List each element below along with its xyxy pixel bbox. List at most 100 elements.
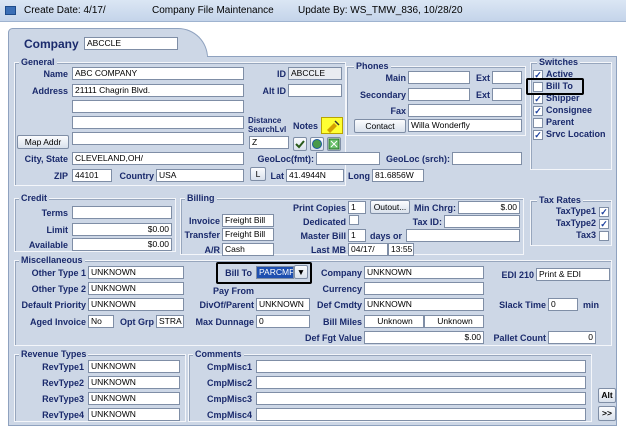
ar-field[interactable]: Cash [222, 243, 274, 256]
map-addr-button[interactable]: Map Addr [17, 135, 69, 149]
name-label: Name [43, 69, 68, 79]
searchlvl-field[interactable]: Z [249, 136, 289, 149]
contact-button[interactable]: Contact [354, 119, 406, 133]
other2-label: Other Type 2 [31, 284, 86, 294]
currency-field[interactable] [364, 282, 484, 295]
taxrate-checkbox-0[interactable]: ✓ [599, 207, 609, 217]
switch-checkbox-3[interactable]: ✓ [533, 106, 543, 116]
other1-field[interactable]: UNKNOWN [88, 266, 184, 279]
revtype-field-1[interactable]: UNKNOWN [88, 376, 180, 389]
billmiles-field2[interactable]: Unknown [424, 315, 484, 328]
other1-label: Other Type 1 [31, 268, 86, 278]
invoice-label: Invoice [188, 216, 220, 226]
lat-field[interactable]: 41.4944N [286, 169, 344, 182]
zip-field[interactable]: 44101 [72, 169, 112, 182]
app-icon [5, 6, 16, 15]
ext1-field[interactable] [492, 71, 522, 84]
globe-icon[interactable] [310, 137, 324, 151]
next-button[interactable]: >> [598, 406, 616, 421]
address-line1[interactable]: 21111 Chagrin Blvd. [72, 84, 244, 97]
cmpmisc-field-1[interactable] [256, 376, 586, 389]
deffgt-field[interactable]: $.00 [364, 331, 484, 344]
divof-field[interactable]: UNKNOWN [256, 298, 310, 311]
daysor-field[interactable] [406, 229, 520, 242]
transfer-field[interactable]: Freight Bill [222, 228, 274, 241]
secondary-phone-field[interactable] [408, 88, 470, 101]
contact-field[interactable]: Willa Wonderfly [408, 119, 522, 132]
terms-field[interactable] [72, 206, 172, 219]
distance-label: Distance [248, 116, 282, 125]
cmpmisc-field-2[interactable] [256, 392, 586, 405]
country-field[interactable]: USA [156, 169, 244, 182]
revenue-title: Revenue Types [19, 349, 89, 359]
check-icon[interactable] [293, 137, 307, 151]
minchrg-field[interactable]: $.00 [458, 201, 520, 214]
switch-checkbox-4[interactable] [533, 118, 543, 128]
edi-field[interactable]: Print & EDI [536, 268, 610, 281]
revtype-field-3[interactable]: UNKNOWN [88, 408, 180, 421]
geolocsrch-label: GeoLoc (srch): [385, 154, 450, 164]
cmpmisc-field-0[interactable] [256, 360, 586, 373]
pallet-field[interactable]: 0 [548, 331, 596, 344]
maxdunnage-field[interactable]: 0 [256, 315, 310, 328]
company-field[interactable]: ABCCLE [84, 37, 178, 50]
revtype-label-3: RevType4 [42, 410, 84, 420]
taxrate-checkbox-2[interactable] [599, 231, 609, 241]
citystate-field[interactable]: CLEVELAND,OH/ [72, 152, 244, 165]
lat-label: Lat [270, 171, 285, 181]
zip-label: ZIP [53, 171, 68, 181]
billmiles-field1[interactable]: Unknown [364, 315, 424, 328]
limit-field[interactable]: $0.00 [72, 223, 172, 236]
lastmb-label: Last MB [310, 245, 346, 255]
altid-field[interactable] [288, 84, 342, 97]
minchrg-label: Min Chrg: [414, 203, 456, 213]
switch-checkbox-2[interactable]: ✓ [533, 94, 543, 104]
available-field: $0.00 [72, 238, 172, 251]
revtype-field-0[interactable]: UNKNOWN [88, 360, 180, 373]
secondary-phone-label: Secondary [359, 90, 406, 100]
masterbill-field[interactable]: 1 [348, 229, 366, 242]
taxrate-checkbox-1[interactable]: ✓ [599, 219, 609, 229]
limit-label: Limit [46, 225, 69, 235]
revtype-field-2[interactable]: UNKNOWN [88, 392, 180, 405]
transfer-label: Transfer [184, 230, 220, 240]
altid-label: Alt ID [262, 86, 287, 96]
taxid-field[interactable] [444, 215, 520, 228]
l-button[interactable]: L [250, 167, 266, 181]
revtype-label-2: RevType3 [42, 394, 84, 404]
cmpmisc-label-3: CmpMisc4 [206, 410, 252, 420]
company-label: Company [24, 37, 79, 51]
cmpmisc-field-3[interactable] [256, 408, 586, 421]
map-icon[interactable] [327, 137, 341, 151]
ext2-field[interactable] [492, 88, 522, 101]
main-phone-field[interactable] [408, 71, 470, 84]
slack-field[interactable]: 0 [548, 298, 578, 311]
name-field[interactable]: ABC COMPANY [72, 67, 244, 80]
invoice-field[interactable]: Freight Bill [222, 214, 274, 227]
optgrp-field[interactable]: STRA [156, 315, 184, 328]
geoloc-field[interactable] [316, 152, 380, 165]
notes-icon[interactable] [321, 117, 343, 134]
taxid-label: Tax ID: [412, 217, 442, 227]
switch-checkbox-5[interactable]: ✓ [533, 130, 543, 140]
alt-button[interactable]: Alt [598, 388, 616, 403]
geolocsrch-field[interactable] [452, 152, 522, 165]
fax-field[interactable] [408, 104, 522, 117]
other2-field[interactable]: UNKNOWN [88, 282, 184, 295]
ar-label: A/R [204, 245, 221, 255]
outout-button[interactable]: Outout... [370, 200, 410, 214]
address-line2[interactable] [72, 100, 244, 113]
address-line4[interactable] [72, 132, 244, 145]
address-label: Address [31, 86, 68, 96]
misc-company-field[interactable]: UNKNOWN [364, 266, 484, 279]
long-field[interactable]: 81.6856W [372, 169, 424, 182]
dedicated-checkbox[interactable] [349, 215, 359, 225]
defpriority-field[interactable]: UNKNOWN [88, 298, 184, 311]
billto-highlight [216, 262, 312, 284]
defcmdty-field[interactable]: UNKNOWN [364, 298, 484, 311]
printcopies-field[interactable]: 1 [348, 201, 366, 214]
address-line3[interactable] [72, 116, 244, 129]
switch-label-3: Consignee [546, 105, 593, 115]
general-title: General [19, 57, 57, 67]
agedinv-field[interactable]: No [88, 315, 114, 328]
